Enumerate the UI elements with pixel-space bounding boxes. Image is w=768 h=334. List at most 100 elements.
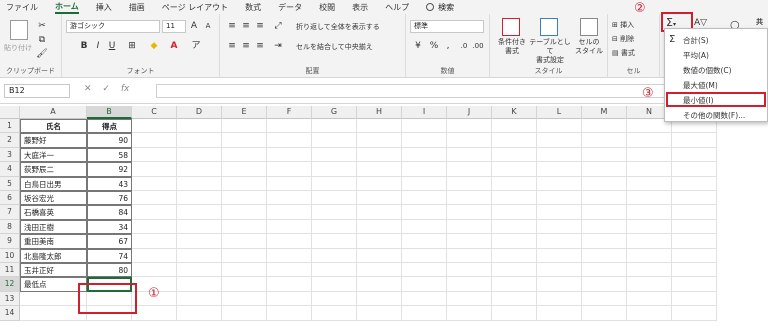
tab-help[interactable]: ヘルプ [385,2,409,13]
cell-m5[interactable] [582,176,627,191]
cell-e13[interactable] [222,291,267,307]
cell-m4[interactable] [582,162,627,177]
cell-a8[interactable]: 浅田正樹 [20,219,87,235]
cell-i14[interactable] [402,306,447,321]
currency-icon[interactable]: ¥ [412,40,424,52]
cell-m7[interactable] [582,205,627,220]
cell-i6[interactable] [402,191,447,206]
cell-j8[interactable] [447,219,492,235]
row-header-1[interactable]: 1 [0,119,20,134]
align-bottom-icon[interactable]: ≡ [254,20,266,32]
number-format-select[interactable]: 標準 [410,20,484,33]
cell-n12[interactable] [627,277,672,292]
column-header-h[interactable]: H [357,106,402,119]
cell-g2[interactable] [312,133,357,148]
cell-d6[interactable] [177,191,222,206]
cell-d4[interactable] [177,162,222,177]
cell-m9[interactable] [582,234,627,249]
conditional-format-icon[interactable] [502,18,520,36]
cell-i12[interactable] [402,277,447,292]
menu-item-count[interactable]: 数値の個数(C) [683,65,732,76]
cell-c9[interactable] [132,234,177,249]
cell-h4[interactable] [357,162,402,177]
cell-l10[interactable] [537,248,582,263]
cell-i10[interactable] [402,248,447,263]
format-as-table-button[interactable]: テーブルとして 書式設定 [528,38,572,65]
column-header-c[interactable]: C [132,106,177,119]
sort-filter-icon[interactable]: A▽ [694,18,707,28]
cell-o7[interactable] [672,205,717,220]
cell-k9[interactable] [492,234,537,249]
cell-a1[interactable]: 氏名 [20,119,87,134]
cell-l1[interactable] [537,119,582,134]
format-cells-button[interactable]: ▤ 書式 [612,48,635,58]
cell-d14[interactable] [177,306,222,321]
copy-icon[interactable]: ⧉ [36,34,48,46]
cell-j11[interactable] [447,263,492,278]
menu-item-sum[interactable]: 合計(S) [683,35,709,46]
row-header-3[interactable]: 3 [0,147,20,163]
row-header-9[interactable]: 9 [0,234,20,249]
cell-n5[interactable] [627,176,672,191]
font-color-icon[interactable]: A [168,40,180,52]
column-header-d[interactable]: D [177,106,222,119]
cell-k10[interactable] [492,248,537,263]
cell-j9[interactable] [447,234,492,249]
cell-m13[interactable] [582,291,627,307]
cell-l13[interactable] [537,291,582,307]
orientation-icon[interactable]: ⤢ [272,20,284,32]
cell-g3[interactable] [312,147,357,163]
cell-l7[interactable] [537,205,582,220]
cell-e4[interactable] [222,162,267,177]
cell-d3[interactable] [177,147,222,163]
cell-f14[interactable] [267,306,312,321]
cell-n14[interactable] [627,306,672,321]
column-header-j[interactable]: J [447,106,492,119]
cell-i4[interactable] [402,162,447,177]
column-header-i[interactable]: I [402,106,447,119]
cell-f12[interactable] [267,277,312,292]
cell-k7[interactable] [492,205,537,220]
cell-a10[interactable]: 北島隆太郎 [20,248,87,263]
fill-color-icon[interactable]: ◆ [148,40,160,52]
cell-o4[interactable] [672,162,717,177]
grow-font-button[interactable]: A [188,20,200,32]
cell-b7[interactable]: 84 [87,205,132,220]
cell-j6[interactable] [447,191,492,206]
cell-a2[interactable]: 藤野好 [20,133,87,148]
cell-m8[interactable] [582,219,627,235]
cell-l8[interactable] [537,219,582,235]
cell-a14[interactable] [20,306,87,321]
merge-center-button[interactable]: セルを結合して中央揃え [296,42,373,52]
cell-m1[interactable] [582,119,627,134]
cell-n9[interactable] [627,234,672,249]
cell-b4[interactable]: 92 [87,162,132,177]
cell-d7[interactable] [177,205,222,220]
cell-l2[interactable] [537,133,582,148]
cell-h2[interactable] [357,133,402,148]
tab-view[interactable]: 表示 [352,2,368,13]
cell-d13[interactable] [177,291,222,307]
row-header-7[interactable]: 7 [0,205,20,220]
cell-l3[interactable] [537,147,582,163]
align-middle-icon[interactable]: ≡ [240,20,252,32]
cell-a12[interactable]: 最低点 [20,277,87,292]
cell-c5[interactable] [132,176,177,191]
row-header-6[interactable]: 6 [0,191,20,206]
cell-a3[interactable]: 大庭洋一 [20,147,87,163]
cell-o12[interactable] [672,277,717,292]
cell-o13[interactable] [672,291,717,307]
cell-c1[interactable] [132,119,177,134]
cell-b11[interactable]: 80 [87,263,132,278]
cell-l12[interactable] [537,277,582,292]
cell-c6[interactable] [132,191,177,206]
column-header-g[interactable]: G [312,106,357,119]
cell-n13[interactable] [627,291,672,307]
tab-draw[interactable]: 描画 [129,2,145,13]
cell-c3[interactable] [132,147,177,163]
cell-e3[interactable] [222,147,267,163]
align-top-icon[interactable]: ≡ [226,20,238,32]
cell-c7[interactable] [132,205,177,220]
cell-n11[interactable] [627,263,672,278]
cell-g14[interactable] [312,306,357,321]
